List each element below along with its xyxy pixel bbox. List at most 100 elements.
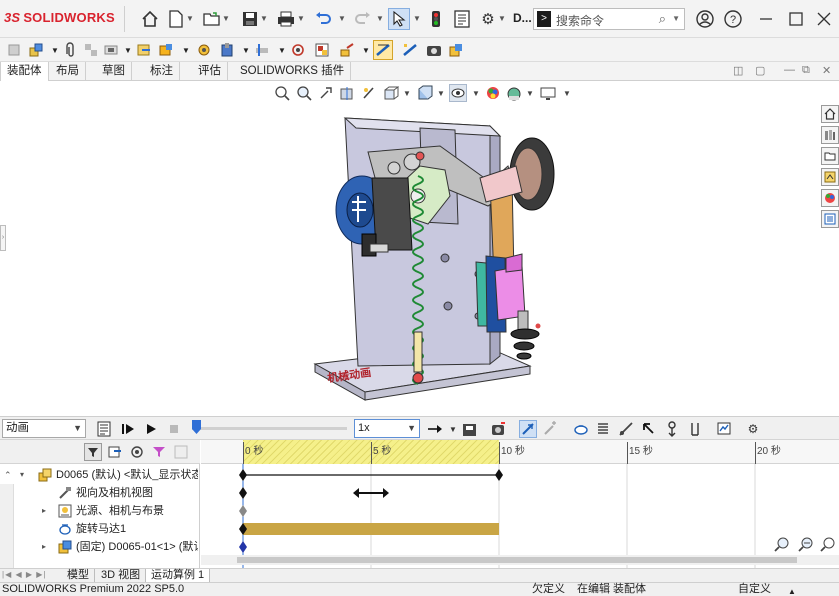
calculate-icon[interactable] [95, 420, 113, 438]
zoom-to-fit-icon[interactable] [273, 84, 291, 102]
dynamic-annotation-icon[interactable] [360, 84, 378, 102]
ruler-icon[interactable] [400, 40, 420, 60]
section-view-icon[interactable] [338, 84, 356, 102]
chevron-down-icon[interactable]: ▼ [432, 84, 450, 102]
show-hidden-components-icon[interactable] [156, 40, 176, 60]
doc-restore-icon[interactable]: ⧉ [802, 64, 810, 77]
play-from-start-icon[interactable] [119, 420, 137, 438]
chevron-down-icon[interactable]: ▼ [73, 420, 82, 437]
chevron-down-icon[interactable]: ▼ [260, 14, 268, 23]
zoom-to-area-icon[interactable] [295, 84, 313, 102]
design-library-icon[interactable] [821, 126, 839, 144]
move-component-icon[interactable] [134, 40, 154, 60]
undo-icon[interactable] [312, 8, 334, 30]
help-icon[interactable]: ? [722, 8, 744, 30]
chevron-down-icon[interactable]: ▼ [398, 84, 416, 102]
playback-slider-thumb[interactable] [192, 420, 201, 434]
search-icon[interactable]: ⌕ [659, 11, 666, 27]
chevron-up-icon[interactable]: ▲ [788, 585, 796, 596]
playback-speed-select[interactable]: 1x ▼ [354, 419, 420, 438]
tree-row-rotary-motor[interactable]: 旋转马达1 [0, 520, 198, 538]
view-settings-icon[interactable] [539, 84, 557, 102]
tab-markup[interactable]: 标注 [144, 62, 180, 81]
filter-icon[interactable] [84, 443, 102, 461]
tree-row-views-cameras[interactable]: 视向及相机视图 [0, 484, 198, 502]
custom-properties-icon[interactable] [821, 210, 839, 228]
bill-of-materials-icon[interactable] [288, 40, 308, 60]
filter-animated-icon[interactable] [106, 443, 124, 461]
force-icon[interactable] [663, 420, 681, 438]
redo-icon[interactable] [352, 8, 374, 30]
paperclip-icon[interactable] [60, 40, 80, 60]
tab-assembly[interactable]: 装配体 [0, 62, 49, 81]
save-animation-icon[interactable] [461, 420, 479, 438]
animation-wizard-icon[interactable] [490, 420, 508, 438]
chevron-down-icon[interactable]: ▼ [338, 14, 346, 23]
view-nav-back-icon[interactable]: ◫ [733, 64, 743, 77]
chevron-down-icon[interactable]: ▼ [413, 14, 421, 23]
tab-motion-study-1[interactable]: 运动算例 1 [146, 569, 211, 583]
zoom-out-timeline-icon[interactable] [797, 535, 815, 553]
tab-sketch[interactable]: 草图 [96, 62, 132, 81]
tab-solidworks-addins[interactable]: SOLIDWORKS 插件 [234, 62, 352, 81]
exploded-view-icon[interactable] [312, 40, 332, 60]
tree-scrollbar[interactable] [0, 484, 14, 568]
contact-icon[interactable] [617, 420, 635, 438]
update-speedpak-icon[interactable] [373, 40, 393, 60]
filter-results-icon[interactable] [172, 443, 190, 461]
expand-toggle[interactable]: ▸ [42, 538, 46, 556]
assembly-features-icon[interactable] [194, 40, 214, 60]
view-palette-icon[interactable] [821, 168, 839, 186]
chevron-down-icon[interactable]: ▼ [407, 420, 416, 437]
close-icon[interactable] [813, 8, 835, 30]
insert-components-icon[interactable] [4, 40, 24, 60]
tree-row-fixed-part[interactable]: ⌄ ▸ (固定) D0065-01<1> (默认 [0, 538, 198, 556]
expand-toggle[interactable]: ▾ [20, 466, 24, 484]
chevron-down-icon[interactable]: ▼ [467, 84, 485, 102]
chevron-down-icon[interactable]: ▼ [498, 14, 506, 23]
study-type-select[interactable]: 动画 ▼ [2, 419, 86, 438]
search-commands-input[interactable]: > 搜索命令 ⌕ ▼ [533, 8, 685, 30]
motor-icon[interactable] [572, 420, 590, 438]
feature-manager-toggle[interactable]: › [0, 225, 6, 251]
tree-row-assembly[interactable]: ⌃ ▾ D0065 (默认) <默认_显示状态 [0, 466, 198, 484]
zoom-to-fit-timeline-icon[interactable] [819, 535, 837, 553]
results-and-plots-icon[interactable] [715, 420, 733, 438]
playback-slider[interactable] [192, 427, 347, 430]
autokey-icon[interactable] [519, 420, 537, 438]
expand-toggle[interactable]: ▸ [42, 502, 46, 520]
tab-model[interactable]: 模型 [62, 569, 95, 583]
previous-view-icon[interactable] [317, 84, 335, 102]
tab-layout[interactable]: 布局 [50, 62, 86, 81]
chevron-down-icon[interactable]: ▼ [297, 14, 305, 23]
gravity-arrow-icon[interactable] [640, 420, 658, 438]
tab-3d-views[interactable]: 3D 视图 [96, 569, 147, 583]
linear-pattern-icon[interactable] [81, 40, 101, 60]
instant3d-icon[interactable] [337, 40, 357, 60]
solidworks-resources-icon[interactable] [821, 105, 839, 123]
file-properties-icon[interactable] [451, 8, 473, 30]
timeline-tracks[interactable] [201, 464, 839, 568]
scroll-up-icon[interactable]: ⌃ [4, 466, 12, 484]
mate-icon[interactable] [26, 40, 46, 60]
tab-evaluate[interactable]: 评估 [192, 62, 228, 81]
chevron-down-icon[interactable]: ▼ [222, 14, 230, 23]
doc-minimize-icon[interactable]: — [784, 64, 795, 76]
playback-mode-arrow-icon[interactable] [426, 420, 444, 438]
hide-show-items-icon[interactable] [449, 84, 467, 102]
take-snapshot-icon[interactable] [424, 40, 444, 60]
tree-row-lights-cameras-scene[interactable]: ▸ 光源、相机与布景 [0, 502, 198, 520]
chevron-down-icon[interactable]: ▼ [444, 420, 462, 438]
print-icon[interactable] [275, 8, 297, 30]
tile-icon[interactable]: ▢ [755, 64, 765, 77]
open-folder-icon[interactable] [201, 8, 223, 30]
add-update-key-icon[interactable] [541, 420, 559, 438]
stop-icon[interactable] [165, 420, 183, 438]
play-icon[interactable] [142, 420, 160, 438]
large-assembly-mode-icon[interactable] [446, 40, 466, 60]
units-status[interactable]: 自定义 [738, 583, 771, 596]
rebuild-traffic-light-icon[interactable] [425, 8, 447, 30]
filter-driving-icon[interactable] [128, 443, 146, 461]
maximize-icon[interactable] [785, 8, 807, 30]
new-document-icon[interactable] [165, 8, 187, 30]
